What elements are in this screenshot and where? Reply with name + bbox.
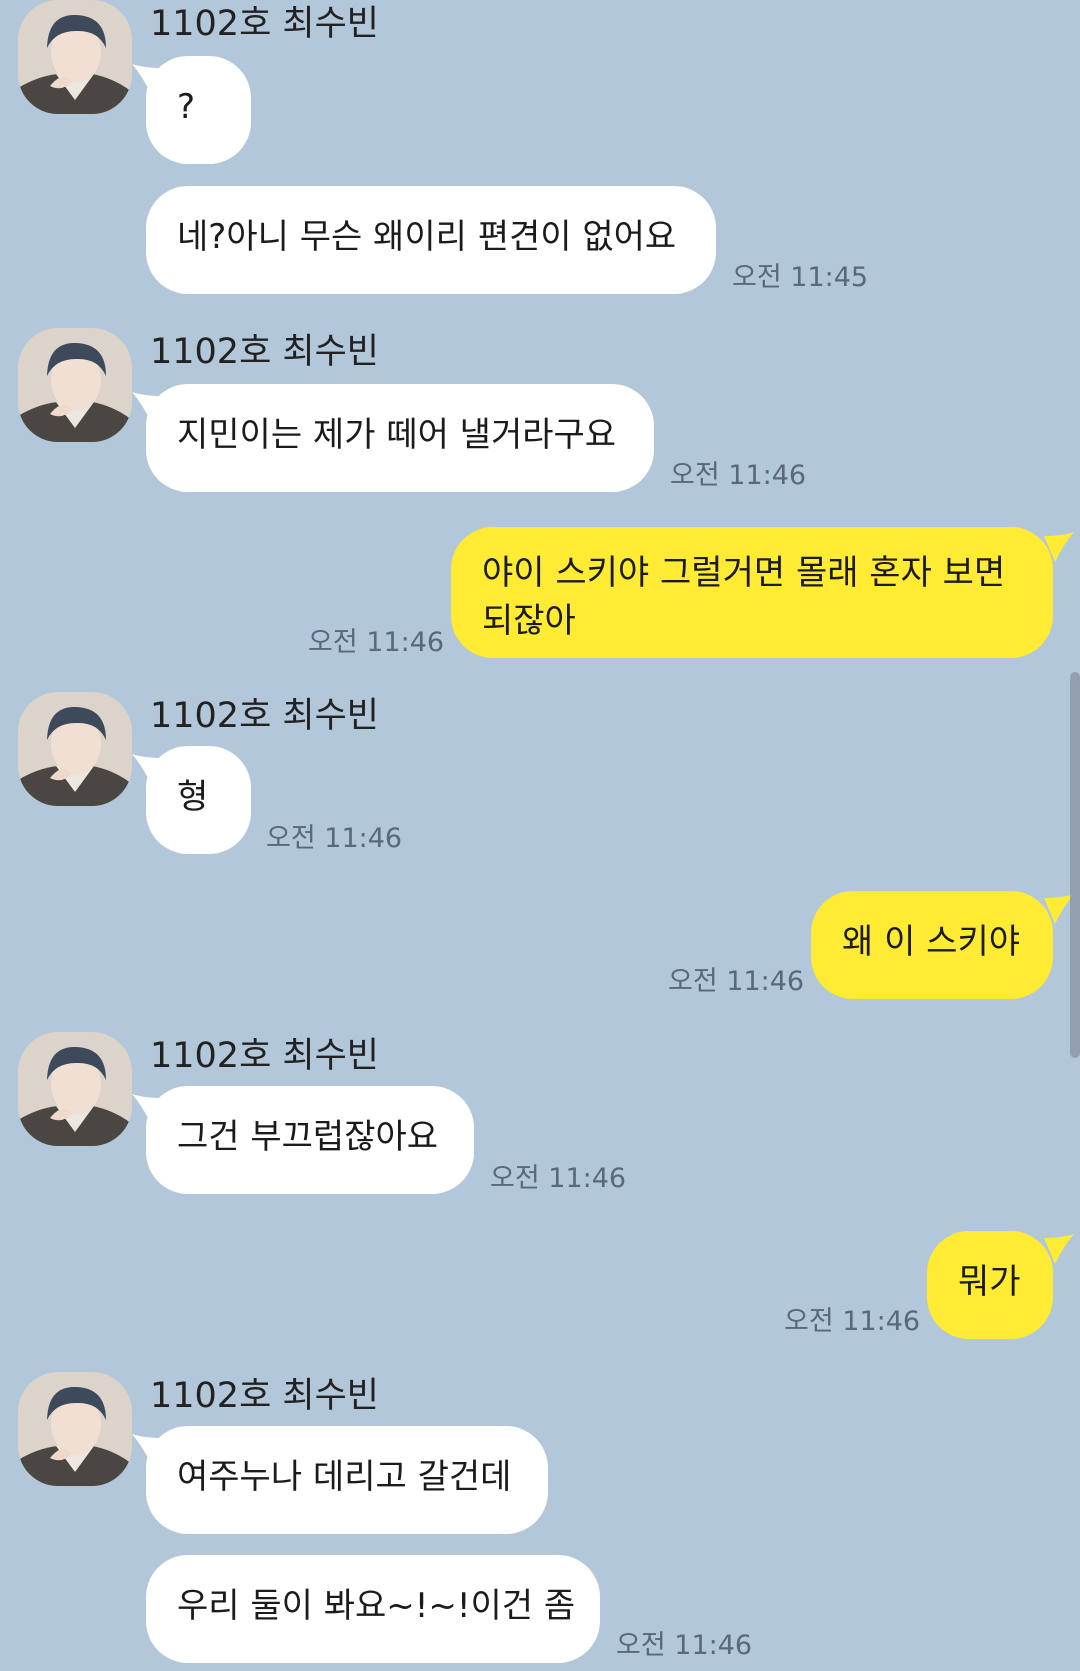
message-text: 지민이는 제가 떼어 낼거라구요 <box>177 415 617 455</box>
message-text: 왜 이 스키야 <box>842 922 1021 962</box>
bubble-tail-icon <box>132 392 162 422</box>
message-time: 오전 11:45 <box>732 262 869 293</box>
message-bubble-incoming[interactable]: 그건 부끄럽잖아요 <box>146 1086 474 1194</box>
message-time: 오전 11:46 <box>266 823 403 854</box>
bubble-tail-icon <box>1044 532 1074 562</box>
message-text: ? <box>177 87 196 127</box>
message-bubble-incoming[interactable]: 네?아니 무슨 왜이리 편견이 없어요 <box>146 186 716 294</box>
message-text: 그건 부끄럽잖아요 <box>177 1117 439 1157</box>
chat-window[interactable]: 1102호 최수빈 ? 네?아니 무슨 왜이리 편견이 없어요 오전 11:45… <box>0 0 1080 1671</box>
message-text: 형 <box>177 777 209 817</box>
message-bubble-outgoing[interactable]: 뭐가 <box>927 1231 1053 1339</box>
sender-name: 1102호 최수빈 <box>150 1376 379 1416</box>
bubble-tail-icon <box>132 754 162 784</box>
message-time: 오전 11:46 <box>784 1306 921 1337</box>
sender-name: 1102호 최수빈 <box>150 1036 379 1076</box>
sender-name: 1102호 최수빈 <box>150 696 379 736</box>
message-bubble-outgoing[interactable]: 야이 스키야 그럴거면 몰래 혼자 보면 되잖아 <box>451 527 1053 658</box>
profile-photo-icon <box>18 692 132 806</box>
bubble-tail-icon <box>1044 1234 1074 1264</box>
avatar[interactable] <box>18 1372 132 1486</box>
message-bubble-incoming[interactable]: 여주누나 데리고 갈건데 <box>146 1426 548 1534</box>
bubble-tail-icon <box>132 64 162 94</box>
avatar[interactable] <box>18 328 132 442</box>
sender-name: 1102호 최수빈 <box>150 4 379 44</box>
message-time: 오전 11:46 <box>616 1630 753 1661</box>
profile-photo-icon <box>18 1372 132 1486</box>
avatar[interactable] <box>18 0 132 114</box>
avatar[interactable] <box>18 692 132 806</box>
sender-name: 1102호 최수빈 <box>150 332 379 372</box>
message-bubble-outgoing[interactable]: 왜 이 스키야 <box>811 891 1053 999</box>
message-text: 우리 둘이 봐요~!~!이건 좀 <box>177 1586 576 1626</box>
message-time: 오전 11:46 <box>308 627 445 658</box>
message-text: 야이 스키야 그럴거면 몰래 혼자 보면 되잖아 <box>482 553 1006 641</box>
bubble-tail-icon <box>132 1434 162 1464</box>
profile-photo-icon <box>18 0 132 114</box>
message-time: 오전 11:46 <box>668 966 805 997</box>
avatar[interactable] <box>18 1032 132 1146</box>
message-text: 뭐가 <box>958 1262 1021 1302</box>
profile-photo-icon <box>18 328 132 442</box>
message-bubble-incoming[interactable]: 지민이는 제가 떼어 낼거라구요 <box>146 384 654 492</box>
message-time: 오전 11:46 <box>670 460 807 491</box>
message-bubble-incoming[interactable]: 우리 둘이 봐요~!~!이건 좀 <box>146 1555 600 1663</box>
message-time: 오전 11:46 <box>490 1163 627 1194</box>
profile-photo-icon <box>18 1032 132 1146</box>
scrollbar[interactable] <box>1070 672 1080 1058</box>
bubble-tail-icon <box>132 1094 162 1124</box>
message-text: 네?아니 무슨 왜이리 편견이 없어요 <box>177 217 677 257</box>
message-text: 여주누나 데리고 갈건데 <box>177 1457 512 1497</box>
